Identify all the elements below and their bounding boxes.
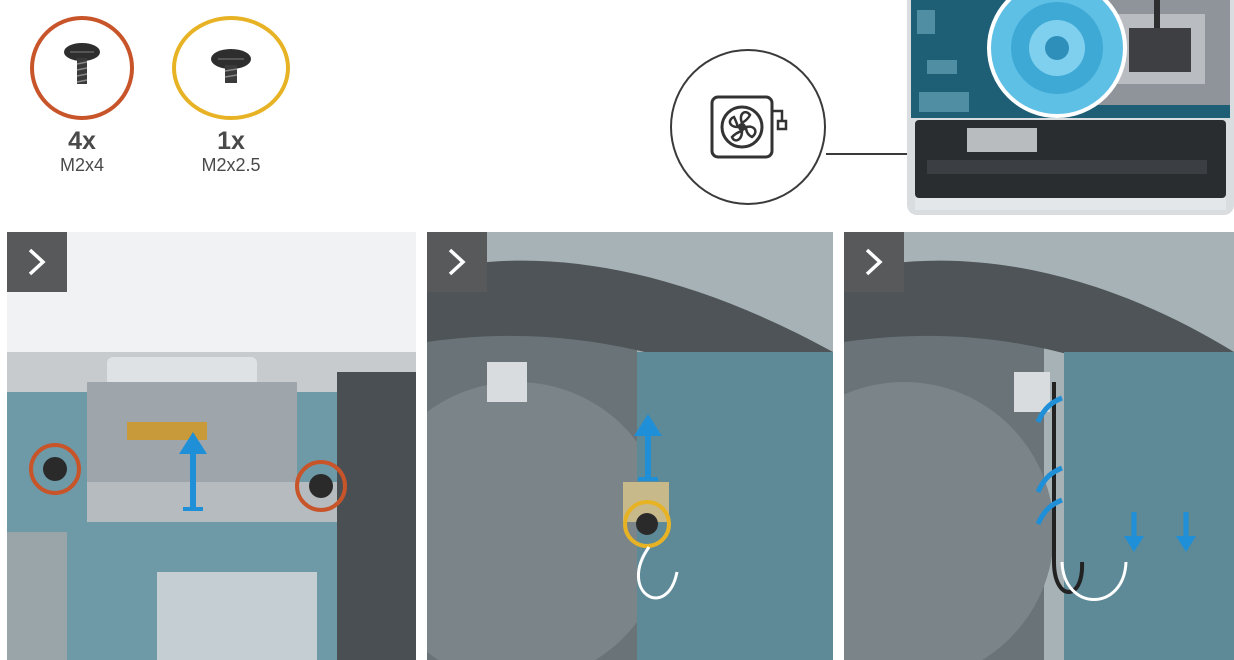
step-button — [427, 232, 487, 292]
laptop-overview — [907, 0, 1234, 215]
step-panel-1 — [7, 232, 416, 660]
chevron-right-icon — [865, 248, 883, 276]
step-button — [7, 232, 67, 292]
step-button — [844, 232, 904, 292]
chevron-right-icon — [28, 248, 46, 276]
chevron-right-icon — [448, 248, 466, 276]
step-3-illustration — [844, 232, 1234, 660]
step-1-illustration — [7, 232, 416, 660]
step-2-illustration — [427, 232, 833, 660]
step-panel-2 — [427, 232, 833, 660]
step-panel-3 — [844, 232, 1234, 660]
